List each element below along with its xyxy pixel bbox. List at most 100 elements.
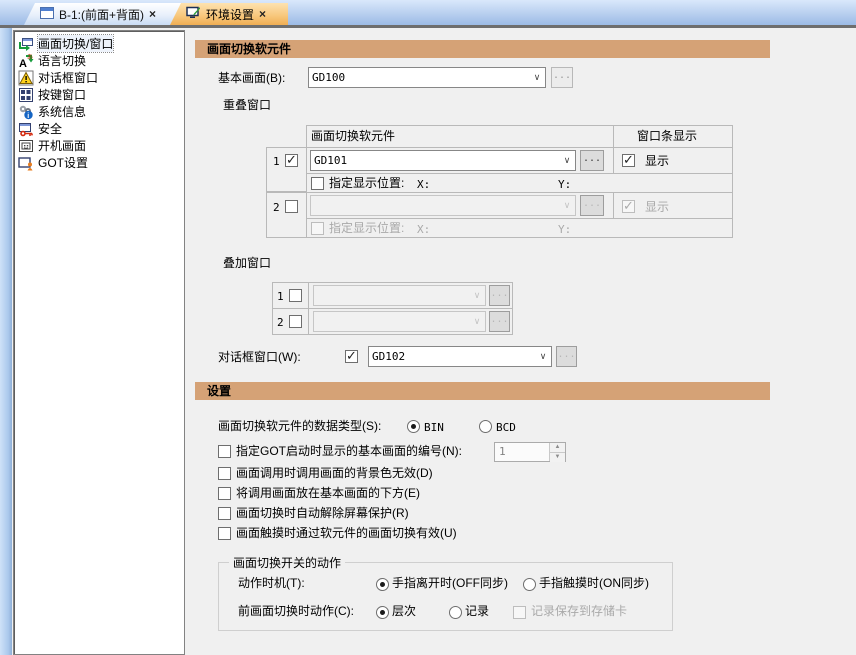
- docked-panel-strip[interactable]: [0, 28, 12, 655]
- security-icon: [18, 121, 34, 137]
- svg-text:A: A: [19, 58, 27, 69]
- dialog-window-value: GD102: [369, 348, 535, 366]
- system-info-icon: i: [18, 104, 34, 120]
- chevron-down-icon[interactable]: ∨: [535, 351, 551, 362]
- sidebar-item-label: 系统信息: [38, 103, 86, 120]
- tab-label: B-1:(前面+背面): [59, 6, 144, 23]
- timing-off-sync-label: 手指离开时(OFF同步): [392, 576, 508, 591]
- sidebar-item-startup-screen[interactable]: 开机画面: [16, 137, 182, 154]
- prev-action-record-label: 记录: [465, 604, 489, 619]
- sidebar-item-system-info[interactable]: i 系统信息: [16, 103, 182, 120]
- timing-off-sync-radio[interactable]: [376, 578, 389, 591]
- document-tabbar: B-1:(前面+背面) × 环境设置 ×: [0, 0, 856, 28]
- settings-category-list: 画面切换/窗口 Aあ 语言切换 对话框窗口 按键窗口 i 系统信息: [13, 30, 185, 655]
- prev-action-record-radio[interactable]: [449, 606, 462, 619]
- overlap-row1-device-combobox[interactable]: GD101 ∨: [310, 150, 576, 171]
- overlap-row1-display-checkbox[interactable]: [622, 154, 635, 167]
- section-header-settings: 设置: [195, 382, 770, 400]
- sidebar-item-language-switch[interactable]: Aあ 语言切换: [16, 52, 182, 69]
- overlap-row1-position-label: 指定显示位置:: [329, 176, 404, 191]
- close-icon[interactable]: ×: [259, 7, 266, 21]
- superimpose-row1-num-cell: 1: [272, 282, 309, 309]
- prev-action-hierarchy-radio[interactable]: [376, 606, 389, 619]
- overlap-col-device-header: 画面切换软元件: [306, 125, 614, 148]
- spinner-down-icon[interactable]: ▼: [550, 452, 565, 462]
- called-screen-below-checkbox[interactable]: [218, 487, 231, 500]
- timing-on-sync-radio[interactable]: [523, 578, 536, 591]
- overlap-row2-position-cell: 指定显示位置: X: Y:: [306, 218, 733, 238]
- record-save-to-card-checkbox: [513, 606, 526, 619]
- language-switch-icon: Aあ: [18, 53, 34, 69]
- overlap-row1-position-cell: 指定显示位置: X: Y:: [306, 173, 733, 193]
- bg-color-invalid-label: 画面调用时调用画面的背景色无效(D): [236, 466, 433, 481]
- overlap-row2-number: 2: [273, 200, 280, 215]
- overlap-row1-browse-button[interactable]: ...: [580, 150, 604, 171]
- sidebar-item-label: 开机画面: [38, 137, 86, 154]
- overlap-row1-position-checkbox[interactable]: [311, 177, 324, 190]
- env-settings-icon: [186, 6, 201, 22]
- key-window-icon: [18, 87, 34, 103]
- start-screen-number-checkbox[interactable]: [218, 445, 231, 458]
- sidebar-item-security[interactable]: 安全: [16, 120, 182, 137]
- record-save-to-card-label: 记录保存到存储卡: [531, 604, 627, 619]
- data-type-bin-radio[interactable]: [407, 420, 420, 433]
- data-type-bcd-radio[interactable]: [479, 420, 492, 433]
- superimpose-row2-device-combobox: ∨: [313, 311, 486, 332]
- sidebar-item-screen-switch-window[interactable]: 画面切换/窗口: [16, 35, 182, 52]
- overlap-window-label: 重叠窗口: [223, 98, 271, 113]
- overlap-col-windowbar-header: 窗口条显示: [613, 125, 733, 148]
- dialog-window-browse-button[interactable]: ...: [556, 346, 577, 367]
- overlap-row2-position-label: 指定显示位置:: [329, 221, 404, 236]
- overlap-row1-enable-checkbox[interactable]: [285, 154, 298, 167]
- sidebar-item-label: 对话框窗口: [38, 69, 98, 86]
- touch-switch-enable-checkbox[interactable]: [218, 527, 231, 540]
- got-settings-icon: [18, 155, 34, 171]
- superimpose-window-label: 叠加窗口: [223, 256, 271, 271]
- tab-environment-settings[interactable]: 环境设置 ×: [170, 3, 288, 25]
- close-icon[interactable]: ×: [149, 7, 156, 21]
- base-screen-combobox[interactable]: GD100 ∨: [308, 67, 546, 88]
- overlap-row1-x-label: X:: [417, 177, 430, 192]
- called-screen-below-label: 将调用画面放在基本画面的下方(E): [236, 486, 420, 501]
- dialog-window-combobox[interactable]: GD102 ∨: [368, 346, 552, 367]
- overlap-row2-enable-checkbox[interactable]: [285, 200, 298, 213]
- overlap-row2-display-checkbox: [622, 200, 635, 213]
- sidebar-item-got-settings[interactable]: GOT设置: [16, 154, 182, 171]
- sidebar-item-label: GOT设置: [38, 154, 88, 171]
- superimpose-row1-enable-checkbox[interactable]: [289, 289, 302, 302]
- superimpose-row2-number: 2: [277, 315, 284, 330]
- sidebar-item-label: 按键窗口: [38, 86, 86, 103]
- sidebar-item-label: 画面切换/窗口: [38, 35, 113, 52]
- touch-switch-enable-label: 画面触摸时通过软元件的画面切换有效(U): [236, 526, 457, 541]
- release-screensaver-checkbox[interactable]: [218, 507, 231, 520]
- svg-text:i: i: [27, 113, 29, 120]
- superimpose-row1-number: 1: [277, 289, 284, 304]
- base-screen-label: 基本画面(B):: [218, 71, 285, 86]
- overlap-row1-device-value: GD101: [311, 152, 559, 170]
- data-type-bcd-label: BCD: [496, 420, 516, 435]
- overlap-row2-device-combobox: ∨: [310, 195, 576, 216]
- bg-color-invalid-checkbox[interactable]: [218, 467, 231, 480]
- prev-screen-action-label: 前画面切换时动作(C):: [238, 604, 354, 619]
- dialog-window-checkbox[interactable]: [345, 350, 358, 363]
- overlap-row2-display-label: 显示: [645, 200, 669, 215]
- superimpose-row2-browse-button: ...: [489, 311, 510, 332]
- chevron-down-icon: ∨: [469, 290, 485, 301]
- overlap-row2-position-checkbox: [311, 222, 324, 235]
- svg-text:あ: あ: [27, 54, 33, 61]
- data-type-bin-label: BIN: [424, 420, 444, 435]
- start-screen-number-spinner: 1 ▲ ▼: [494, 442, 566, 462]
- sidebar-item-dialog-window[interactable]: 对话框窗口: [16, 69, 182, 86]
- superimpose-row2-enable-checkbox[interactable]: [289, 315, 302, 328]
- base-screen-browse-button[interactable]: ...: [551, 67, 573, 88]
- timing-on-sync-label: 手指触摸时(ON同步): [539, 576, 649, 591]
- overlap-row1-number: 1: [273, 154, 280, 169]
- superimpose-row2-num-cell: 2: [272, 308, 309, 335]
- spinner-up-icon[interactable]: ▲: [550, 443, 565, 452]
- start-screen-number-label: 指定GOT启动时显示的基本画面的编号(N):: [236, 444, 462, 459]
- overlap-row2-x-label: X:: [417, 222, 430, 237]
- chevron-down-icon[interactable]: ∨: [559, 155, 575, 166]
- chevron-down-icon[interactable]: ∨: [529, 72, 545, 83]
- screen-switch-icon: [18, 36, 34, 52]
- sidebar-item-key-window[interactable]: 按键窗口: [16, 86, 182, 103]
